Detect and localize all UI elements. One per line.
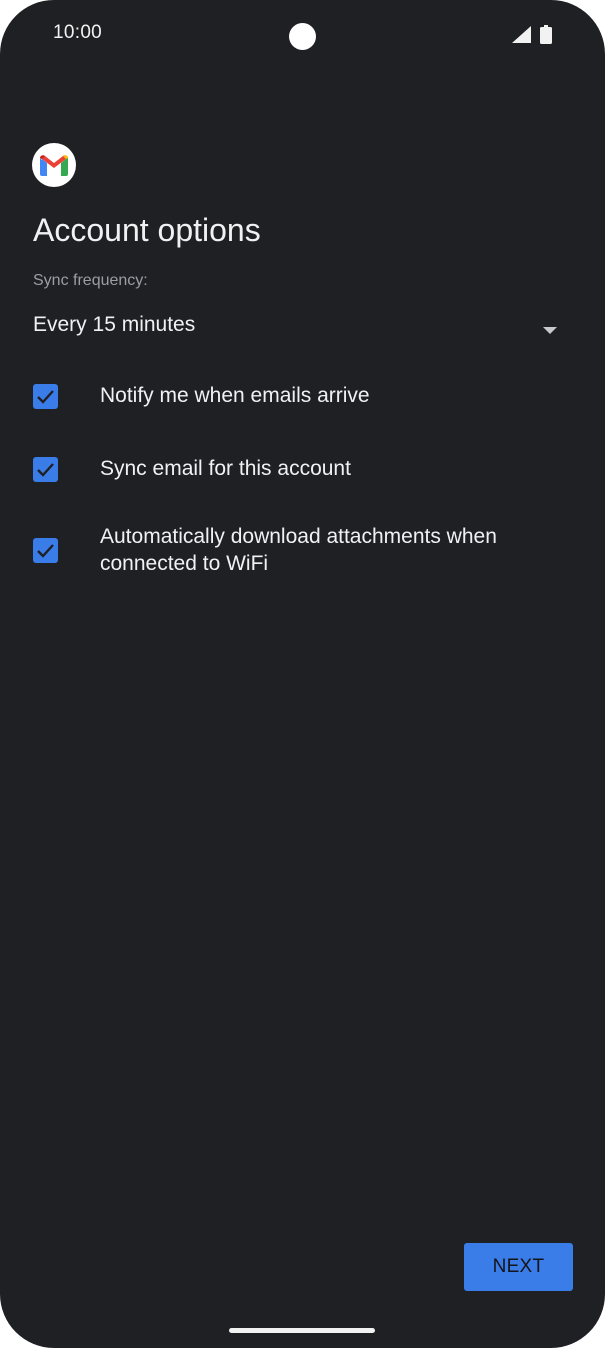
- auto-download-option-label: Automatically download attachments when …: [100, 525, 497, 575]
- page-title: Account options: [33, 212, 261, 248]
- sync-email-checkbox[interactable]: [33, 457, 58, 482]
- battery-icon: [540, 25, 552, 49]
- notify-option-row[interactable]: Notify me when emails arrive: [33, 382, 573, 412]
- sync-frequency-dropdown[interactable]: Every 15 minutes: [33, 308, 563, 346]
- notify-checkbox[interactable]: [33, 384, 58, 409]
- next-button[interactable]: NEXT: [464, 1243, 573, 1291]
- dropdown-arrow-icon: [543, 322, 557, 340]
- phone-screen: 10:00 Account options Sync frequency: Ev…: [0, 0, 605, 1348]
- sync-frequency-value: Every 15 minutes: [33, 313, 196, 336]
- home-indicator[interactable]: [229, 1328, 375, 1333]
- gmail-logo: [32, 143, 76, 187]
- sync-email-option-row[interactable]: Sync email for this account: [33, 455, 573, 485]
- sync-email-option-label: Sync email for this account: [100, 457, 351, 480]
- status-bar: 10:00: [0, 0, 605, 70]
- auto-download-checkbox[interactable]: [33, 538, 58, 563]
- sync-frequency-label: Sync frequency:: [33, 272, 148, 289]
- auto-download-option-row[interactable]: Automatically download attachments when …: [33, 523, 573, 579]
- cellular-signal-icon: [512, 26, 531, 48]
- notify-option-label: Notify me when emails arrive: [100, 384, 370, 407]
- status-time: 10:00: [53, 22, 103, 43]
- camera-cutout: [289, 23, 316, 50]
